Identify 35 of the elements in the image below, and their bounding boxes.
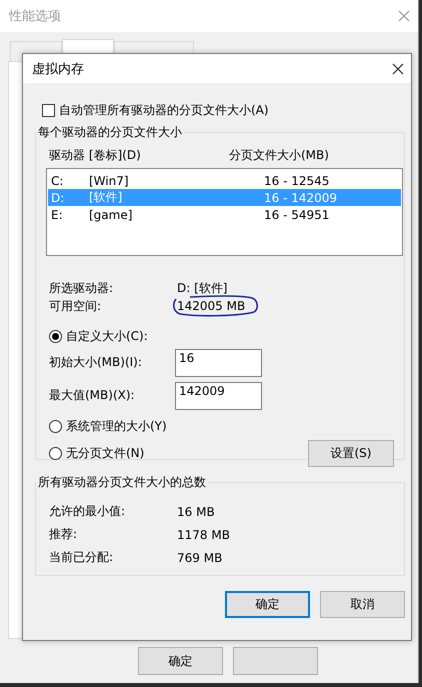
radio-label: 系统管理的大小(Y): [66, 418, 167, 434]
group-title: 所有驱动器分页文件大小的总数: [37, 474, 207, 491]
column-header: 驱动器 [卷标](D): [49, 147, 142, 164]
window-title: 性能选项: [9, 8, 61, 25]
dialog-title: 虚拟内存: [32, 60, 84, 78]
input-field[interactable]: 16: [175, 348, 262, 376]
radio-button[interactable]: [49, 330, 62, 342]
drive-row[interactable]: E: [game] 16 - 54951: [48, 206, 401, 223]
ok-button[interactable]: 确定: [138, 647, 223, 675]
set-button[interactable]: 设置(S): [308, 440, 394, 466]
drive-row[interactable]: C: [Win7] 16 - 12545: [48, 172, 401, 189]
dialog-button[interactable]: 取消: [320, 591, 405, 618]
field-label: 初始大小(MB)(I):: [49, 354, 143, 371]
info-label: 所选驱动器:: [49, 280, 114, 296]
radio-label: 无分页文件(N): [66, 444, 144, 462]
info-value: 769 MB: [177, 550, 222, 564]
info-value: 1178 MB: [177, 528, 230, 542]
checkbox-label: 自动管理所有驱动器的分页文件大小(A): [59, 102, 269, 118]
close-icon[interactable]: [392, 62, 404, 74]
radio-button[interactable]: [49, 446, 62, 460]
info-label: 推荐:: [49, 526, 78, 543]
info-label: 当前已分配:: [49, 549, 114, 566]
column-header: 分页文件大小(MB): [229, 147, 329, 164]
info-value: 16 MB: [177, 504, 215, 518]
group-title: 每个驱动器的分页文件大小: [37, 124, 183, 141]
info-label: 允许的最小值:: [49, 503, 126, 520]
dialog-button[interactable]: 确定: [225, 591, 310, 618]
radio-label: 自定义大小(C):: [66, 328, 148, 344]
info-value: 142005 MB: [177, 299, 246, 313]
info-label: 可用空间:: [49, 298, 102, 314]
radio-button[interactable]: [49, 420, 62, 432]
field-label: 最大值(MB)(X):: [49, 387, 136, 404]
checkbox[interactable]: [42, 104, 55, 116]
input-field[interactable]: 142009: [175, 382, 262, 410]
info-value: D: [软件]: [177, 280, 228, 296]
